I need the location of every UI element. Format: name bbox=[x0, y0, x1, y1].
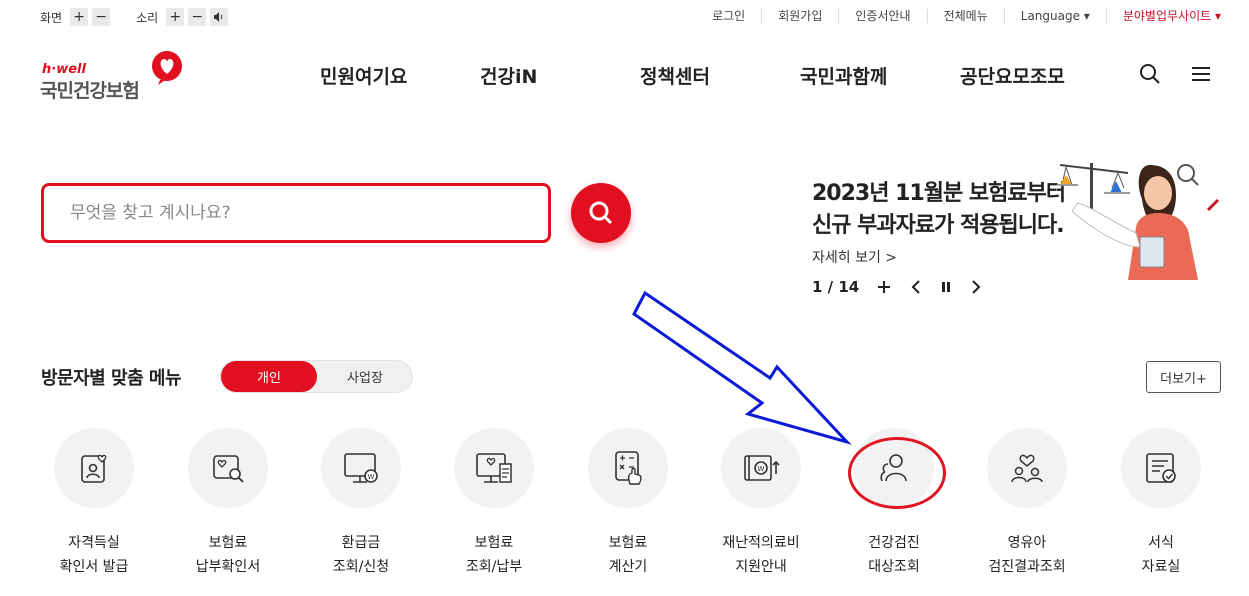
service-icon-wrap bbox=[987, 428, 1067, 508]
all-menu-link[interactable]: 전체메뉴 bbox=[928, 9, 1005, 23]
banner-title-line2: 신규 부과자료가 적용됩니다. bbox=[812, 213, 1065, 238]
tab-business[interactable]: 사업장 bbox=[317, 361, 413, 392]
banner-illustration bbox=[1058, 163, 1220, 280]
service-label: 보험료 납부확인서 bbox=[163, 531, 293, 579]
pause-icon[interactable] bbox=[941, 280, 951, 294]
more-button[interactable]: 더보기+ bbox=[1146, 361, 1221, 393]
certificate-guide-link[interactable]: 인증서안내 bbox=[839, 9, 928, 23]
speaker-icon[interactable] bbox=[210, 8, 229, 26]
volume-down-button[interactable]: − bbox=[188, 8, 207, 26]
service-item[interactable]: W 환급금 조회/신청 bbox=[296, 428, 426, 579]
service-icon-wrap bbox=[54, 428, 134, 508]
search-input[interactable] bbox=[44, 186, 548, 240]
signup-link[interactable]: 회원가입 bbox=[762, 9, 840, 23]
search-icon bbox=[589, 201, 613, 225]
utility-bar: 화면 + − 소리 + − 로그인 회원가입 인증서안내 전체메뉴 Langua… bbox=[0, 0, 1249, 36]
service-item[interactable]: 서식 자료실 bbox=[1096, 428, 1226, 579]
service-label-line2: 지원안내 bbox=[735, 559, 787, 575]
service-label-line1: 재난적의료비 bbox=[722, 535, 800, 551]
service-icon-wrap bbox=[454, 428, 534, 508]
monitor-receipt-icon bbox=[476, 453, 512, 483]
service-icon-wrap: W bbox=[321, 428, 401, 508]
service-label-line2: 자료실 bbox=[1141, 559, 1181, 575]
service-icon-wrap bbox=[188, 428, 268, 508]
service-label: 보험료 계산기 bbox=[563, 531, 693, 579]
nav-item-with-people[interactable]: 국민과함께 bbox=[800, 62, 887, 89]
service-label-line2: 계산기 bbox=[608, 559, 648, 575]
sound-control: 소리 + − bbox=[136, 8, 232, 26]
sound-label: 소리 bbox=[136, 10, 159, 25]
annotation-circle bbox=[848, 437, 946, 509]
service-item[interactable]: 보험료 조회/납부 bbox=[429, 428, 559, 579]
service-label-line2: 검진결과조회 bbox=[988, 559, 1066, 575]
search-button[interactable] bbox=[571, 183, 631, 243]
service-label-line1: 영유아 bbox=[1007, 535, 1047, 551]
service-label: 환급금 조회/신청 bbox=[296, 531, 426, 579]
screen-zoom-out-button[interactable]: − bbox=[92, 8, 111, 26]
service-item[interactable]: W 재난적의료비 지원안내 bbox=[696, 428, 826, 579]
family-heart-icon bbox=[1011, 454, 1043, 483]
svg-text:W: W bbox=[758, 465, 765, 473]
chevron-left-icon[interactable] bbox=[911, 280, 921, 294]
tab-personal[interactable]: 개인 bbox=[221, 361, 317, 392]
banner-title-line1: 2023년 11월분 보험료부터 bbox=[812, 181, 1066, 206]
search-box bbox=[41, 183, 551, 243]
svg-text:W: W bbox=[368, 473, 375, 481]
service-label-line2: 납부확인서 bbox=[195, 559, 261, 575]
service-label-line1: 건강검진 bbox=[868, 535, 920, 551]
plus-icon[interactable] bbox=[877, 280, 891, 294]
screen-size-control: 화면 + − bbox=[40, 8, 114, 26]
service-icon-wrap bbox=[1121, 428, 1201, 508]
nav-item-about[interactable]: 공단요모조모 bbox=[960, 62, 1065, 89]
service-label-line2: 대상조회 bbox=[868, 559, 920, 575]
service-label-line2: 조회/납부 bbox=[465, 559, 523, 575]
service-item[interactable]: 영유아 검진결과조회 bbox=[962, 428, 1092, 579]
screen-zoom-in-button[interactable]: + bbox=[70, 8, 89, 26]
service-label: 재난적의료비 지원안내 bbox=[696, 531, 826, 579]
service-label-line1: 서식 bbox=[1148, 535, 1174, 551]
calculator-hand-icon bbox=[615, 451, 642, 485]
document-search-icon bbox=[213, 455, 244, 483]
service-label: 자격득실 확인서 발급 bbox=[29, 531, 159, 579]
chevron-right-icon[interactable] bbox=[971, 280, 981, 294]
hamburger-menu-icon[interactable] bbox=[1190, 62, 1212, 86]
field-site-select[interactable]: 분야별업무사이트 ▾ bbox=[1107, 9, 1221, 23]
service-icon-wrap bbox=[588, 428, 668, 508]
id-card-heart-icon bbox=[81, 454, 107, 483]
form-check-icon bbox=[1146, 453, 1176, 483]
screen-label: 화면 bbox=[40, 10, 63, 25]
service-label: 영유아 검진결과조회 bbox=[962, 531, 1092, 579]
service-item[interactable]: 자격득실 확인서 발급 bbox=[29, 428, 159, 579]
volume-up-button[interactable]: + bbox=[166, 8, 185, 26]
visitor-type-toggle: 개인 사업장 bbox=[220, 360, 413, 393]
service-label-line1: 자격득실 bbox=[68, 535, 120, 551]
main-navigation: 민원여기요 건강iN 정책센터 국민과함께 공단요모조모 bbox=[0, 62, 1249, 92]
service-icon-wrap: W bbox=[721, 428, 801, 508]
banner-more-link[interactable]: 자세히 보기 > bbox=[812, 247, 897, 267]
won-support-icon: W bbox=[744, 455, 780, 481]
search-icon[interactable] bbox=[1138, 62, 1162, 86]
service-label: 건강검진 대상조회 bbox=[829, 531, 959, 579]
service-label-line2: 조회/신청 bbox=[332, 559, 390, 575]
service-label-line1: 환급금 bbox=[341, 535, 381, 551]
utility-links: 로그인 회원가입 인증서안내 전체메뉴 Language ▾ 분야별업무사이트 … bbox=[696, 9, 1221, 23]
accessibility-controls: 화면 + − 소리 + − bbox=[40, 8, 254, 26]
banner-title: 2023년 11월분 보험료부터 신규 부과자료가 적용됩니다. bbox=[812, 178, 1066, 242]
service-label-line2: 확인서 발급 bbox=[59, 559, 129, 575]
nav-item-policy[interactable]: 정책센터 bbox=[640, 62, 710, 89]
service-label-line1: 보험료 bbox=[608, 535, 648, 551]
service-label-line1: 보험료 bbox=[474, 535, 514, 551]
service-item[interactable]: 보험료 계산기 bbox=[563, 428, 693, 579]
service-item[interactable]: 보험료 납부확인서 bbox=[163, 428, 293, 579]
monitor-won-icon: W bbox=[344, 453, 378, 483]
nav-item-health-in[interactable]: 건강iN bbox=[480, 62, 537, 89]
service-label: 서식 자료실 bbox=[1096, 531, 1226, 579]
login-link[interactable]: 로그인 bbox=[696, 9, 763, 23]
service-label-line1: 보험료 bbox=[208, 535, 248, 551]
service-label: 보험료 조회/납부 bbox=[429, 531, 559, 579]
nav-item-civil[interactable]: 민원여기요 bbox=[320, 62, 407, 89]
annotation-arrow bbox=[632, 290, 852, 445]
visitor-menu-title: 방문자별 맞춤 메뉴 bbox=[41, 368, 182, 389]
language-select[interactable]: Language ▾ bbox=[1005, 9, 1107, 23]
